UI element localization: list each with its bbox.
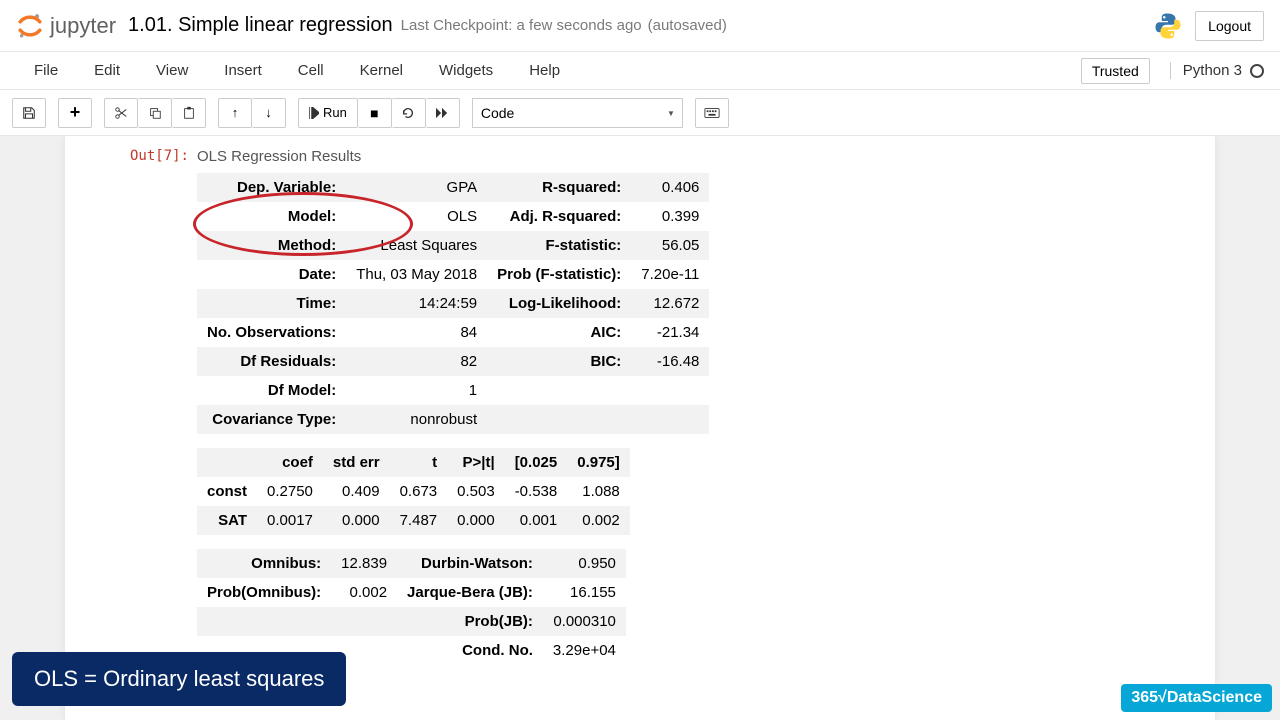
kernel-name: Python 3 — [1183, 62, 1242, 79]
python-icon — [1153, 11, 1183, 41]
paste-button[interactable] — [172, 98, 206, 128]
ols-title: OLS Regression Results — [197, 148, 1203, 165]
coef-table: coef std err t P>|t| [0.025 0.975] const… — [197, 448, 630, 535]
stop-button[interactable]: ■ — [358, 98, 392, 128]
brand-badge: 365√DataScience — [1121, 684, 1272, 712]
save-icon — [22, 106, 36, 120]
trusted-badge[interactable]: Trusted — [1081, 58, 1150, 84]
summary-table: Dep. Variable:GPAR-squared:0.406 Model:O… — [197, 173, 709, 434]
checkpoint-text: Last Checkpoint: a few seconds ago — [401, 17, 642, 34]
run-button[interactable]: Run — [298, 98, 358, 128]
menu-widgets[interactable]: Widgets — [421, 54, 511, 87]
run-label: Run — [323, 105, 347, 120]
output-area: OLS Regression Results Dep. Variable:GPA… — [197, 144, 1203, 683]
notebook-title[interactable]: 1.01. Simple linear regression — [128, 14, 393, 37]
menu-insert[interactable]: Insert — [206, 54, 280, 87]
arrow-down-icon: ↓ — [265, 105, 272, 120]
arrow-up-icon: ↑ — [232, 105, 239, 120]
table-row: const 0.2750 0.409 0.673 0.503 -0.538 1.… — [197, 477, 630, 506]
stop-icon: ■ — [370, 105, 378, 121]
output-prompt: Out[7]: — [77, 144, 197, 683]
menu-kernel[interactable]: Kernel — [342, 54, 421, 87]
paste-icon — [182, 106, 196, 120]
toolbar: + ↑ ↓ Run ■ — [0, 90, 1280, 136]
annotation-note: OLS = Ordinary least squares — [12, 652, 346, 706]
menubar: File Edit View Insert Cell Kernel Widget… — [0, 52, 1280, 90]
kernel-indicator: Python 3 — [1170, 62, 1264, 79]
command-palette-button[interactable] — [695, 98, 729, 128]
restart-icon — [401, 106, 415, 120]
cell-type-select[interactable] — [472, 98, 683, 128]
move-down-button[interactable]: ↓ — [252, 98, 286, 128]
menu-edit[interactable]: Edit — [76, 54, 138, 87]
table-row: SAT 0.0017 0.000 7.487 0.000 0.001 0.002 — [197, 506, 630, 535]
plus-icon: + — [70, 102, 81, 123]
kernel-status-icon — [1250, 64, 1264, 78]
menu-cell[interactable]: Cell — [280, 54, 342, 87]
fast-forward-icon — [435, 107, 449, 119]
notebook-area: Out[7]: OLS Regression Results Dep. Vari… — [0, 136, 1280, 720]
logout-button[interactable]: Logout — [1195, 11, 1264, 41]
scissors-icon — [114, 106, 128, 120]
autosave-text: (autosaved) — [648, 17, 727, 34]
keyboard-icon — [704, 107, 720, 119]
cut-button[interactable] — [104, 98, 138, 128]
save-button[interactable] — [12, 98, 46, 128]
copy-icon — [148, 106, 162, 120]
menu-file[interactable]: File — [16, 54, 76, 87]
output-cell: Out[7]: OLS Regression Results Dep. Vari… — [77, 144, 1203, 683]
header: jupyter 1.01. Simple linear regression L… — [0, 0, 1280, 52]
jupyter-icon — [16, 12, 44, 40]
run-icon — [309, 107, 319, 119]
jupyter-logo[interactable]: jupyter — [16, 12, 116, 40]
restart-run-button[interactable] — [426, 98, 460, 128]
notebook-container: Out[7]: OLS Regression Results Dep. Vari… — [65, 136, 1215, 720]
menu-view[interactable]: View — [138, 54, 206, 87]
add-cell-button[interactable]: + — [58, 98, 92, 128]
restart-button[interactable] — [392, 98, 426, 128]
copy-button[interactable] — [138, 98, 172, 128]
cell-type-value[interactable] — [472, 98, 683, 128]
diag-table: Omnibus:12.839Durbin-Watson:0.950 Prob(O… — [197, 549, 626, 665]
menu-help[interactable]: Help — [511, 54, 578, 87]
brand-text: jupyter — [50, 13, 116, 39]
move-up-button[interactable]: ↑ — [218, 98, 252, 128]
